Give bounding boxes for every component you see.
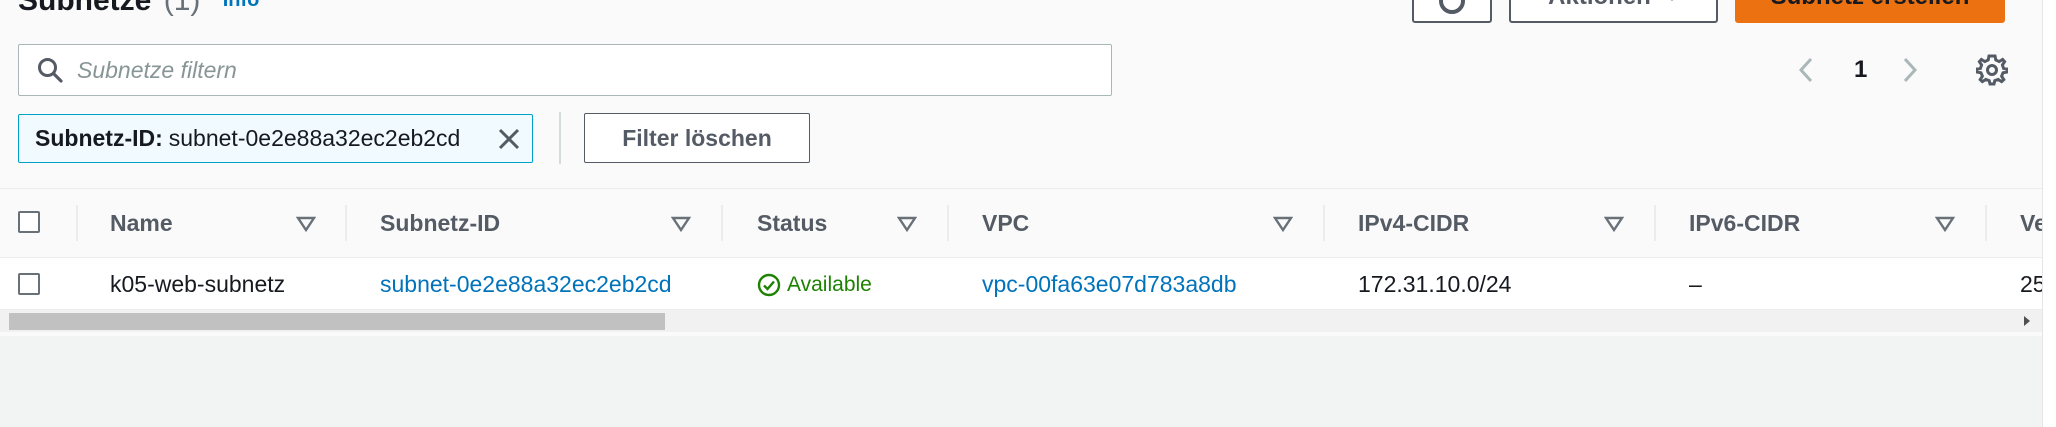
page-title: Subnetze (1) Info [18,0,259,18]
cell-name: k05-web-subnetz [110,271,286,297]
next-page-button[interactable] [1900,52,1920,88]
search-icon [38,58,63,83]
actions-label: Aktionen [1548,0,1651,11]
create-subnet-label: Subnetz erstellen [1771,0,1970,11]
refresh-button[interactable] [1412,0,1492,23]
column-divider [345,205,347,241]
sort-icon[interactable] [671,215,691,233]
current-page-number[interactable]: 1 [1854,52,1867,88]
previous-page-button[interactable] [1796,52,1816,88]
chevron-right-icon [1903,57,1918,83]
scrollbar-thumb[interactable] [9,313,665,330]
clear-filters-button[interactable]: Filter löschen [584,113,810,163]
filter-token: Subnetz-ID: subnet-0e2e88a32ec2eb2cd [18,114,533,163]
column-header-ipv6-cidr[interactable]: IPv6-CIDR [1689,210,1800,237]
table-row[interactable]: k05-web-subnetz subnet-0e2e88a32ec2eb2cd… [0,258,2042,310]
caret-down-icon [1664,0,1679,1]
subnets-panel: Subnetze (1) Info Aktionen Subnetz erste… [0,0,2056,336]
sort-icon[interactable] [1935,215,1955,233]
cell-ve: 25 [2020,271,2042,297]
title-count: (1) [163,0,201,17]
column-divider [947,205,949,241]
token-key: Subnetz-ID: [35,125,163,151]
scroll-right-arrow-icon[interactable] [2024,316,2030,326]
title-text: Subnetze [18,0,152,17]
column-header-ve[interactable]: Ve [2020,210,2042,237]
column-divider [721,205,723,241]
token-divider [559,112,561,164]
filter-search-box[interactable] [18,44,1112,96]
gear-icon[interactable] [1976,54,2008,86]
cell-subnet-id-link[interactable]: subnet-0e2e88a32ec2eb2cd [380,271,672,298]
cell-vpc-link[interactable]: vpc-00fa63e07d783a8db [982,271,1237,298]
close-icon[interactable] [494,124,524,154]
row-select-checkbox[interactable] [18,273,40,295]
token-value: subnet-0e2e88a32ec2eb2cd [168,125,461,151]
status-text: Available [787,273,872,296]
sort-icon[interactable] [897,215,917,233]
column-divider [1654,205,1656,241]
column-header-subnet-id[interactable]: Subnetz-ID [380,210,500,237]
cell-ipv6-cidr: – [1689,271,1702,297]
column-divider [1985,205,1987,241]
actions-button[interactable]: Aktionen [1509,0,1718,23]
column-header-status[interactable]: Status [757,210,827,237]
cell-status: Available [757,273,872,297]
horizontal-scrollbar[interactable] [0,310,2042,332]
refresh-icon [1439,0,1465,14]
column-header-ipv4-cidr[interactable]: IPv4-CIDR [1358,210,1469,237]
check-circle-icon [757,273,781,297]
table-header: Name Subnetz-ID Status VPC IPv4-CIDR IPv… [0,188,2042,258]
column-header-name[interactable]: Name [110,210,173,237]
column-divider [1323,205,1325,241]
filter-input[interactable] [77,56,1057,84]
select-all-checkbox[interactable] [18,211,40,233]
create-subnet-button[interactable]: Subnetz erstellen [1735,0,2005,23]
chevron-left-icon [1798,57,1813,83]
sort-icon[interactable] [1604,215,1624,233]
sort-icon[interactable] [1273,215,1293,233]
column-divider [76,205,78,241]
page-scrollbar-gutter [2042,0,2056,427]
info-link[interactable]: Info [223,0,260,11]
column-header-vpc[interactable]: VPC [982,210,1029,237]
cell-ipv4-cidr: 172.31.10.0/24 [1358,271,1512,297]
sort-icon[interactable] [296,215,316,233]
